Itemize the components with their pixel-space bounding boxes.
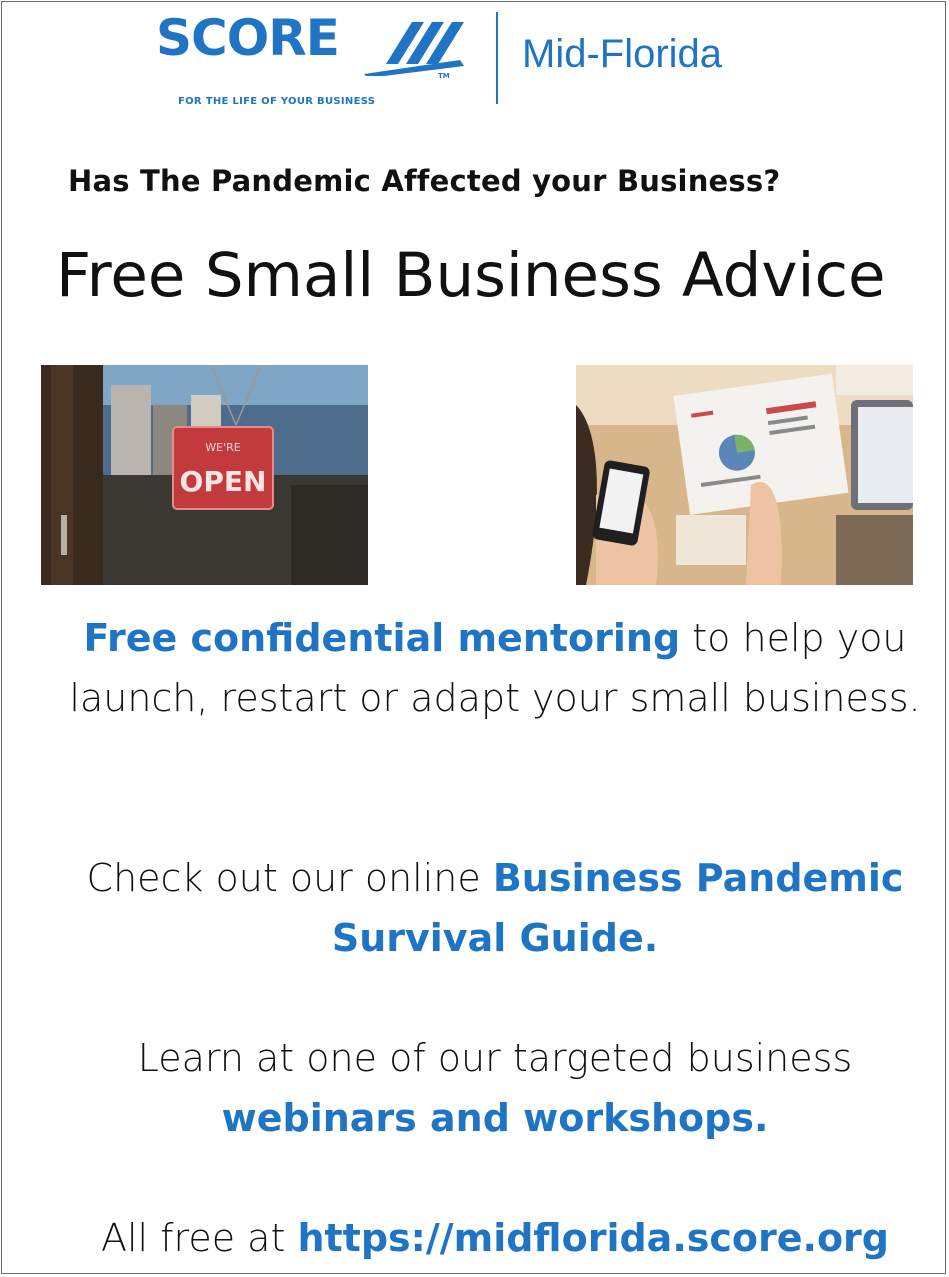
open-sign-illustration: WE'RE OPEN <box>41 365 368 585</box>
webinars-paragraph: Learn at one of our targeted business we… <box>40 1028 949 1148</box>
webinars-lead: Learn at one of our targeted business <box>137 1036 853 1080</box>
pandemic-question: Has The Pandemic Affected your Business? <box>68 164 781 198</box>
mentoring-highlight: Free confidential mentoring <box>83 616 681 660</box>
chapter-name: Mid-Florida <box>522 32 723 76</box>
page-headline: Free Small Business Advice <box>56 240 886 311</box>
mentoring-paragraph: Free confidential mentoring to help you … <box>40 608 949 728</box>
survival-guide-lead: Check out our online <box>86 856 493 900</box>
score-slashes-icon <box>364 22 464 76</box>
sign-small-text: WE'RE <box>205 441 240 454</box>
score-logo: SCORE TM FOR THE LIFE OF YOUR BUSINESS M… <box>156 8 776 118</box>
website-link[interactable]: https://midflorida.score.org <box>297 1216 889 1260</box>
score-wordmark: SCORE <box>156 9 340 67</box>
logo-divider <box>496 12 498 104</box>
trademark-mark: TM <box>438 72 450 80</box>
business-charts-photo <box>576 365 913 585</box>
score-tagline: FOR THE LIFE OF YOUR BUSINESS <box>178 96 376 107</box>
webinars-link[interactable]: webinars and workshops. <box>222 1096 769 1140</box>
survival-guide-paragraph: Check out our online Business Pandemic S… <box>40 848 949 968</box>
open-sign-photo: WE'RE OPEN <box>41 365 368 585</box>
website-paragraph: All free at https://midflorida.score.org <box>40 1208 949 1268</box>
charts-illustration <box>576 365 913 585</box>
website-lead: All free at <box>100 1216 298 1260</box>
sign-open-text: OPEN <box>180 465 267 498</box>
